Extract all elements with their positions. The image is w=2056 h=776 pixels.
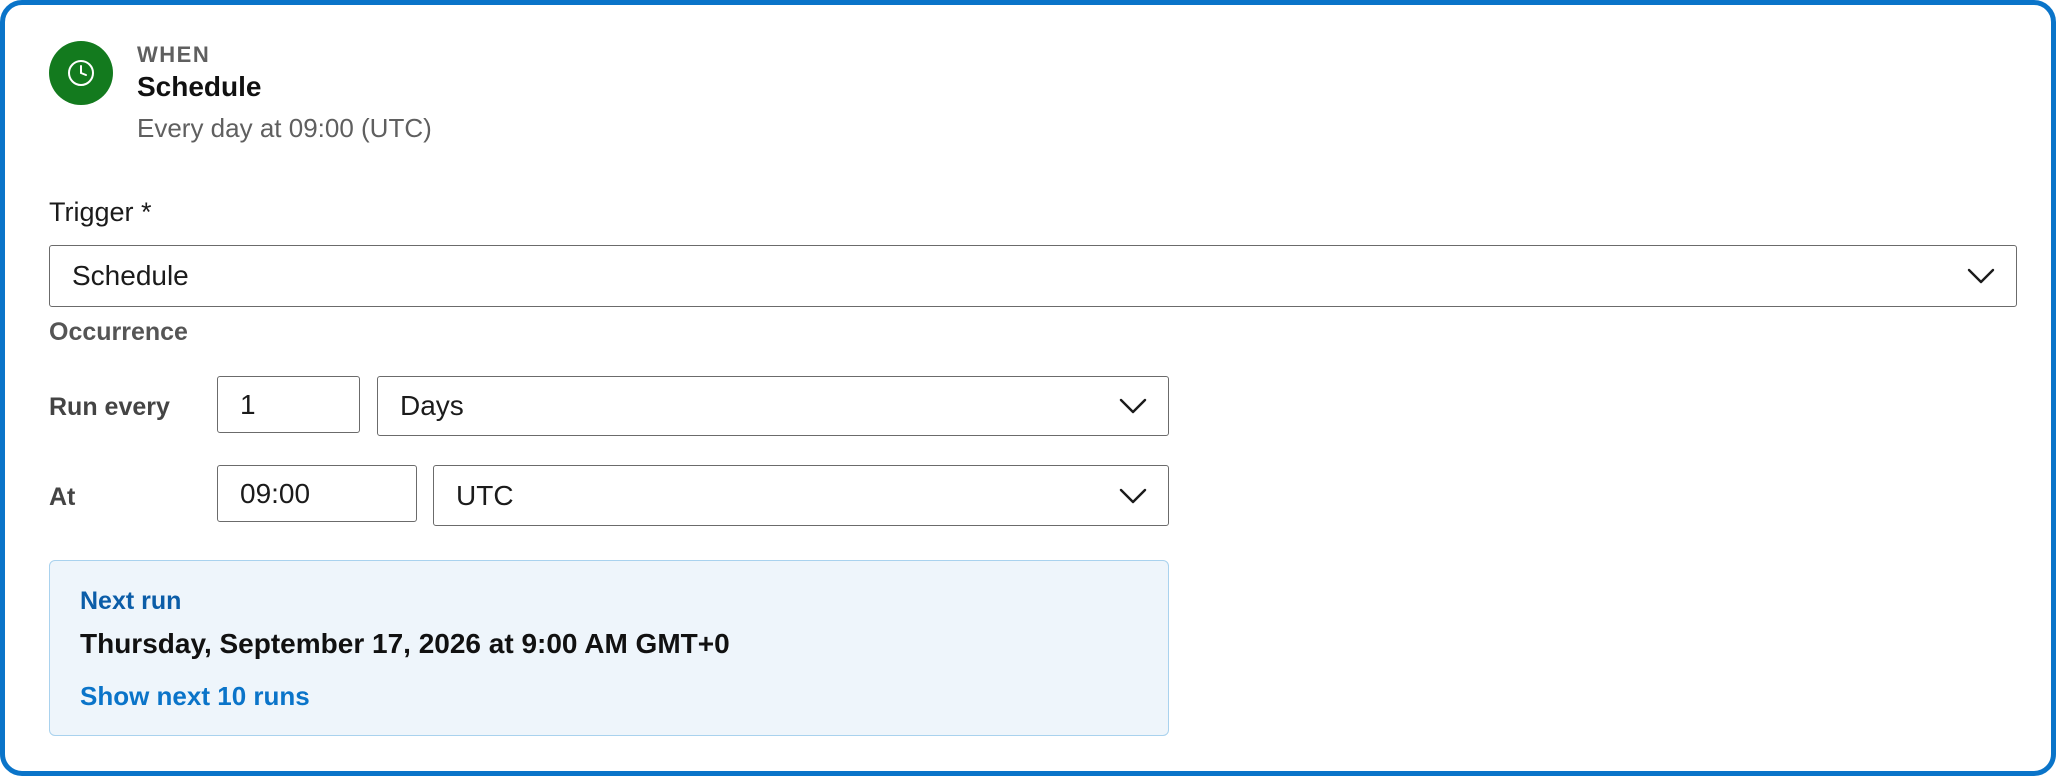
schedule-summary: Every day at 09:00 (UTC) — [137, 113, 432, 143]
interval-unit-select[interactable]: Days — [377, 376, 1169, 436]
run-every-label: Run every — [49, 393, 170, 421]
trigger-title: Schedule — [137, 71, 262, 102]
show-next-runs-link[interactable]: Show next 10 runs — [80, 681, 310, 712]
trigger-label: Trigger * — [49, 197, 152, 227]
occurrence-label: Occurrence — [49, 318, 188, 346]
trigger-select[interactable]: Schedule — [49, 245, 2017, 307]
interval-input[interactable]: 1 — [217, 376, 360, 433]
at-label: At — [49, 483, 76, 511]
interval-unit-value: Days — [400, 390, 464, 421]
when-label: WHEN — [137, 42, 211, 67]
next-run-panel: Next run Thursday, September 17, 2026 at… — [49, 560, 1169, 736]
next-run-datetime: Thursday, September 17, 2026 at 9:00 AM … — [80, 628, 730, 659]
next-run-title: Next run — [80, 587, 182, 615]
chevron-down-icon — [1119, 398, 1147, 414]
schedule-card: WHEN Schedule Every day at 09:00 (UTC) T… — [0, 0, 2056, 776]
clock-icon — [49, 41, 113, 105]
timezone-value: UTC — [456, 479, 514, 511]
trigger-select-value: Schedule — [72, 260, 189, 291]
time-input[interactable]: 09:00 — [217, 465, 417, 522]
chevron-down-icon — [1119, 488, 1147, 503]
timezone-select[interactable]: UTC — [433, 465, 1169, 526]
chevron-down-icon — [1967, 268, 1995, 284]
